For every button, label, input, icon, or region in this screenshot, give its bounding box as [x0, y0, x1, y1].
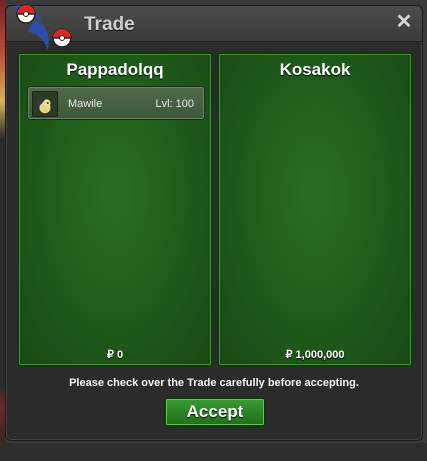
- trade-window: Trade ✕ Pappadolqq Mawile Lvl: 100 ₽ 0 K…: [5, 4, 423, 441]
- mawile-sprite-icon: [32, 91, 58, 117]
- right-money-offer: ₽ 1,000,000: [285, 349, 345, 361]
- game-bottom-bar: [0, 443, 427, 461]
- accept-button[interactable]: Accept: [164, 397, 266, 427]
- offered-pokemon-slot[interactable]: Mawile Lvl: 100: [27, 86, 205, 120]
- left-player-name: Pappadolqq: [66, 60, 164, 79]
- window-title: Trade: [84, 14, 135, 35]
- partner-offer-panel: Kosakok ₽ 1,000,000: [217, 52, 413, 367]
- left-money-offer: ₽ 0: [106, 349, 124, 361]
- trade-warning-text: Please check over the Trade carefully be…: [69, 377, 359, 389]
- pokemon-level: Lvl: 100: [155, 98, 194, 110]
- my-offer-panel: Pappadolqq Mawile Lvl: 100 ₽ 0: [17, 52, 213, 367]
- close-icon[interactable]: ✕: [394, 12, 414, 32]
- pokemon-name: Mawile: [68, 98, 103, 110]
- right-player-name: Kosakok: [279, 60, 351, 79]
- pokeball-logo-icon: [14, 4, 72, 50]
